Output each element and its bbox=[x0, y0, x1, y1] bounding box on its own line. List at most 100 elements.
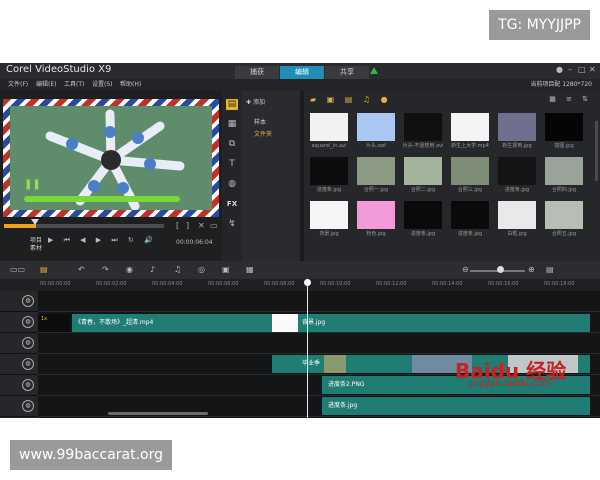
copy-icon[interactable]: ▭ bbox=[210, 221, 218, 230]
redo-icon[interactable]: ↷ bbox=[102, 264, 109, 276]
overlay-track-icon[interactable]: ◍ bbox=[22, 337, 34, 349]
sound-mixer-icon[interactable]: ♪ bbox=[150, 264, 155, 276]
media-thumbnail[interactable] bbox=[498, 201, 536, 229]
timeline-ruler[interactable]: 00:00:00:00 00:00:02:00 00:00:04:00 00:00:0… bbox=[0, 279, 600, 291]
playhead-handle[interactable] bbox=[304, 279, 311, 286]
instant-project-icon[interactable]: ▦ bbox=[226, 119, 238, 130]
menu-edit[interactable]: 编辑(E) bbox=[36, 79, 56, 91]
clip-background-photo[interactable]: 背景.jpg bbox=[298, 314, 590, 332]
transition-icon[interactable]: ⧉ bbox=[226, 139, 238, 150]
overlay-track-icon-3[interactable]: ◍ bbox=[22, 379, 34, 391]
clip-thumbnail[interactable] bbox=[272, 314, 298, 332]
mark-in-icon[interactable]: [ bbox=[176, 221, 179, 230]
media-thumbnail[interactable] bbox=[357, 113, 395, 141]
view-options[interactable]: ▦ ≡ ⇅ bbox=[549, 95, 592, 103]
record-capture-icon[interactable]: ◉ bbox=[126, 264, 133, 276]
track-all-icon[interactable]: ◍ bbox=[22, 295, 34, 307]
path-icon[interactable]: ↯ bbox=[226, 219, 238, 230]
tab-edit[interactable]: 编辑 bbox=[280, 66, 324, 79]
zoom-in-icon[interactable]: ⊕ bbox=[528, 264, 535, 276]
mode-project[interactable]: 项目 bbox=[30, 237, 42, 245]
clip-main-video[interactable]: 《青春，不散场》_超清.mp4 bbox=[72, 314, 272, 332]
media-thumbnail[interactable] bbox=[451, 113, 489, 141]
multicam-icon[interactable]: ▦ bbox=[246, 264, 254, 276]
media-thumbnail-caption: 背景.jpg bbox=[319, 231, 339, 237]
timecode[interactable]: 00:00:06:04 bbox=[176, 239, 213, 246]
media-library: ▰ ▣ ▤ ♫ ● ▦ ≡ ⇅ aquarel_in.avi 片头.swf 片头-不… bbox=[304, 91, 600, 261]
media-thumbnail[interactable] bbox=[545, 201, 583, 229]
clip-thumbnail[interactable]: 1x bbox=[38, 314, 70, 332]
folder-samples[interactable]: 样本 bbox=[254, 117, 266, 126]
track-header-video: ◍ bbox=[0, 312, 38, 333]
media-filter-toolbar[interactable]: ▰ ▣ ▤ ♫ ● bbox=[310, 95, 392, 104]
mode-clip[interactable]: 素材 bbox=[30, 245, 42, 253]
project-size[interactable]: 当前项目配 1280*720 bbox=[530, 79, 592, 91]
ruler-tick-label: 00:00:14:00 bbox=[432, 281, 463, 287]
split-icon[interactable]: ✕ bbox=[198, 221, 205, 230]
tab-share[interactable]: 共享 bbox=[325, 66, 369, 79]
timeline-scrollbar[interactable] bbox=[108, 412, 208, 415]
track-row bbox=[38, 291, 600, 312]
preview-scrubber[interactable] bbox=[4, 224, 164, 228]
media-thumbnail[interactable] bbox=[404, 201, 442, 229]
zoom-out-icon[interactable]: ⊖ bbox=[462, 264, 469, 276]
minimize-icon[interactable]: – bbox=[568, 65, 572, 74]
filter-icon[interactable]: FX bbox=[226, 199, 238, 210]
media-thumbnail[interactable] bbox=[310, 157, 348, 185]
subtitle-icon[interactable]: ▣ bbox=[222, 264, 230, 276]
track-header-overlay2: ◍ bbox=[0, 354, 38, 375]
video-track-icon[interactable]: ◍ bbox=[22, 316, 34, 328]
media-thumbnail[interactable] bbox=[545, 113, 583, 141]
media-thumbnail[interactable] bbox=[357, 201, 395, 229]
media-thumbnail[interactable] bbox=[404, 157, 442, 185]
storyboard-view-icon[interactable]: ▭▭ bbox=[10, 264, 25, 276]
media-thumbnail[interactable] bbox=[498, 157, 536, 185]
close-icon[interactable]: ✕ bbox=[589, 65, 596, 74]
overlay-track-icon-2[interactable]: ◍ bbox=[22, 358, 34, 370]
pause-icon[interactable]: ❚❚ bbox=[24, 179, 41, 190]
preview-image bbox=[10, 106, 212, 210]
media-thumbnail[interactable] bbox=[498, 113, 536, 141]
media-thumbnail[interactable] bbox=[451, 201, 489, 229]
mark-out-icon[interactable]: ] bbox=[186, 221, 189, 230]
media-thumbnail[interactable] bbox=[404, 113, 442, 141]
media-thumbnail[interactable] bbox=[310, 113, 348, 141]
media-thumbnail-caption: 合照四.jpg bbox=[551, 187, 577, 193]
media-thumbnail[interactable] bbox=[310, 201, 348, 229]
help-icon[interactable]: ● bbox=[556, 65, 563, 74]
media-thumbnail[interactable] bbox=[357, 157, 395, 185]
folder-custom[interactable]: 文件夹 bbox=[254, 129, 272, 138]
media-thumbnail[interactable] bbox=[451, 157, 489, 185]
media-thumbnail[interactable] bbox=[545, 157, 583, 185]
overlay-track-icon-4[interactable]: ◍ bbox=[22, 400, 34, 412]
playhead[interactable] bbox=[307, 279, 308, 418]
upload-icon[interactable] bbox=[370, 67, 378, 74]
transport-controls[interactable]: ▶ ⏮ ◀ ▶ ⏭ ↻ 🔊 bbox=[48, 236, 157, 245]
auto-music-icon[interactable]: ♫ bbox=[174, 264, 181, 276]
motion-tracking-icon[interactable]: ◎ bbox=[198, 264, 205, 276]
app-title: Corel VideoStudio X9 bbox=[6, 64, 112, 75]
clip-progress-bar-jpg[interactable]: 进度条.jpg bbox=[322, 397, 590, 415]
menu-tools[interactable]: 工具(T) bbox=[64, 79, 84, 91]
fit-project-icon[interactable]: ▤ bbox=[546, 264, 554, 276]
menu-file[interactable]: 文件(F) bbox=[8, 79, 28, 91]
media-icon[interactable]: ▤ bbox=[226, 99, 238, 110]
preview-frame: ❚❚ bbox=[3, 99, 219, 217]
menu-help[interactable]: 帮助(H) bbox=[120, 79, 141, 91]
zoom-slider-knob[interactable] bbox=[497, 266, 504, 273]
add-folder-button[interactable]: ✚ 添加 bbox=[246, 97, 265, 106]
graphic-icon[interactable]: ◍ bbox=[226, 179, 238, 190]
undo-icon[interactable]: ↶ bbox=[78, 264, 85, 276]
scrubber-handle[interactable] bbox=[31, 219, 39, 225]
title-icon[interactable]: T bbox=[226, 159, 238, 170]
menu-settings[interactable]: 设置(S) bbox=[92, 79, 113, 91]
media-thumbnail-caption: 插图.jpg bbox=[554, 143, 574, 149]
timeline-view-icon[interactable]: ▤ bbox=[40, 264, 48, 276]
folder-panel: ✚ 添加 样本 文件夹 bbox=[242, 91, 300, 261]
videostudio-window: Corel VideoStudio X9 捕获 编辑 共享 ● – □ ✕ 文件… bbox=[0, 63, 600, 418]
title-bar: Corel VideoStudio X9 捕获 编辑 共享 ● – □ ✕ bbox=[0, 63, 600, 79]
media-scrollbar[interactable] bbox=[595, 121, 598, 181]
tab-capture[interactable]: 捕获 bbox=[235, 66, 279, 79]
maximize-icon[interactable]: □ bbox=[578, 65, 586, 74]
preview-video[interactable]: ❚❚ bbox=[10, 106, 212, 210]
